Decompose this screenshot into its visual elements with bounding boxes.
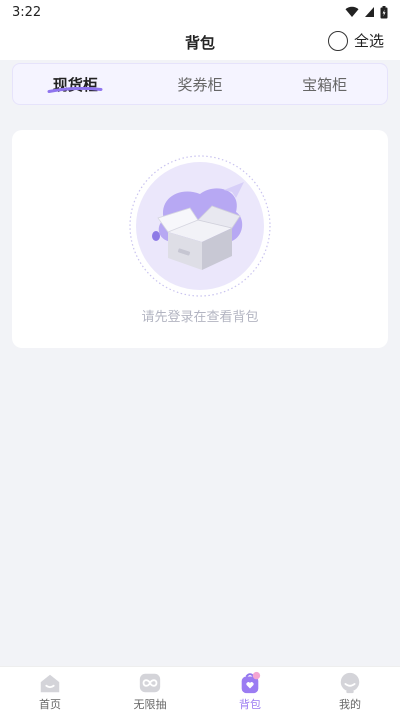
nav-label: 首页 bbox=[39, 698, 61, 711]
nav-label: 背包 bbox=[239, 698, 261, 711]
select-all-radio[interactable] bbox=[327, 30, 348, 51]
empty-state-message: 请先登录在查看背包 bbox=[141, 310, 259, 325]
select-all-label: 全选 bbox=[353, 32, 384, 50]
nav-item-unlimited-draw[interactable]: 无限抽 bbox=[100, 667, 200, 712]
battery-icon bbox=[380, 5, 388, 18]
infinity-icon bbox=[139, 673, 161, 693]
wifi-icon bbox=[345, 6, 359, 18]
bottom-nav: 首页 无限抽 背包 我的 bbox=[0, 666, 400, 712]
empty-box-icon bbox=[129, 155, 271, 297]
backpack-icon bbox=[241, 671, 261, 694]
status-bar: 3:22 bbox=[0, 0, 400, 24]
tab-treasure-cabinet[interactable]: 宝箱柜 bbox=[262, 64, 387, 104]
nav-item-profile[interactable]: 我的 bbox=[300, 667, 400, 712]
tab-spot-cabinet[interactable]: 现货柜 bbox=[13, 64, 138, 104]
cabinet-tabs: 现货柜 奖券柜 宝箱柜 bbox=[12, 63, 388, 105]
nav-label: 我的 bbox=[339, 698, 361, 711]
active-tab-underline bbox=[47, 87, 103, 93]
nav-label: 无限抽 bbox=[133, 698, 167, 711]
status-time: 3:22 bbox=[12, 4, 42, 20]
tab-ticket-cabinet[interactable]: 奖券柜 bbox=[138, 64, 263, 104]
page-header: 背包 全选 bbox=[0, 24, 400, 60]
home-icon bbox=[40, 674, 60, 693]
empty-state-card: 请先登录在查看背包 bbox=[12, 130, 388, 348]
tab-label: 奖券柜 bbox=[177, 75, 223, 94]
tab-label: 宝箱柜 bbox=[302, 75, 348, 94]
profile-icon bbox=[340, 672, 360, 694]
status-icons bbox=[345, 5, 388, 19]
signal-icon bbox=[365, 7, 374, 17]
nav-item-home[interactable]: 首页 bbox=[0, 667, 100, 712]
nav-item-backpack[interactable]: 背包 bbox=[200, 667, 300, 712]
select-all-toggle[interactable]: 全选 bbox=[327, 30, 384, 51]
